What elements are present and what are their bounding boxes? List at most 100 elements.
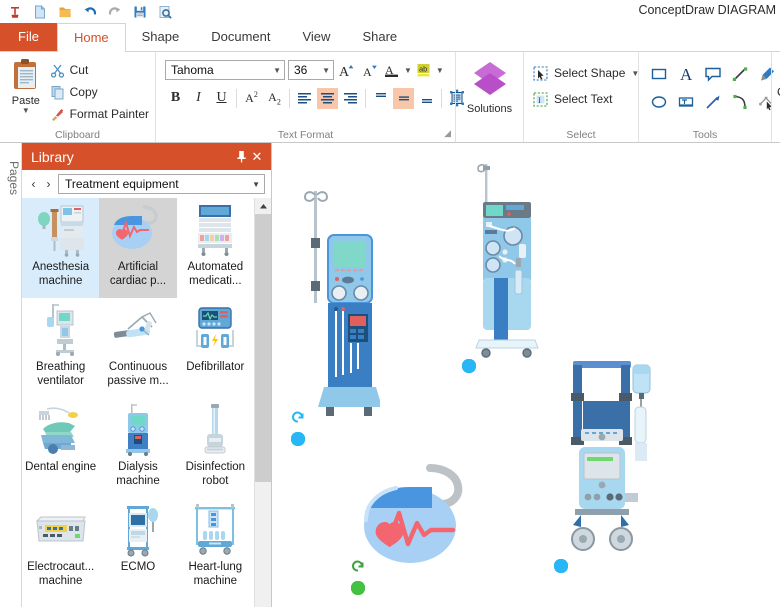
- library-item-anesthesia-machine[interactable]: Anesthesia machine: [22, 198, 100, 298]
- paste-dropdown-caret[interactable]: ▼: [22, 107, 30, 115]
- tab-file[interactable]: File: [0, 23, 57, 51]
- text-box-tool[interactable]: [674, 90, 698, 114]
- chevron-down-icon: ▼: [322, 65, 330, 75]
- format-painter-button[interactable]: Format Painter: [50, 104, 149, 124]
- selection-box: [469, 366, 471, 368]
- grow-font-button[interactable]: A: [337, 60, 357, 81]
- align-bottom-button[interactable]: [416, 88, 437, 109]
- line-tool[interactable]: [728, 62, 752, 86]
- clipboard-actions: Cut Copy Format Painter: [46, 56, 149, 124]
- cut-button[interactable]: Cut: [50, 60, 149, 80]
- font-color-button[interactable]: A: [383, 60, 401, 81]
- library-item-label: Automated medicati...: [187, 261, 244, 287]
- redo-icon[interactable]: [104, 1, 126, 23]
- font-size-value: 36: [294, 63, 308, 77]
- align-middle-button[interactable]: [393, 87, 414, 109]
- format-painter-label: Format Painter: [69, 107, 149, 121]
- library-item-label: Electrocaut... machine: [27, 561, 95, 587]
- artificial-cardiac-pacemaker-shape[interactable]: [351, 460, 486, 595]
- automated-medication-dispenser-icon: [184, 202, 246, 258]
- tab-view[interactable]: View: [286, 23, 346, 51]
- library-item-label: Artificial cardiac p...: [109, 261, 167, 287]
- hemodialysis-machine-shape[interactable]: [462, 160, 544, 373]
- library-item-label: ECMO: [120, 561, 156, 573]
- close-icon[interactable]: ✕: [249, 148, 265, 166]
- align-center-button[interactable]: [317, 87, 338, 109]
- electrocautery-machine-icon: [30, 502, 92, 558]
- new-from-template-icon[interactable]: [4, 1, 26, 23]
- library-item-ecmo[interactable]: ECMO: [99, 498, 176, 598]
- library-set-combo[interactable]: Treatment equipment ▼: [58, 174, 265, 194]
- tools-row-2: [647, 90, 779, 114]
- chevron-down-icon: ▼: [273, 65, 281, 75]
- paste-button[interactable]: Paste ▼: [6, 56, 46, 115]
- save-icon[interactable]: [129, 1, 151, 23]
- shrink-font-button[interactable]: A: [360, 60, 380, 81]
- library-item-defibrillator[interactable]: Defibrillator: [177, 298, 254, 398]
- align-left-button[interactable]: [294, 88, 315, 109]
- open-folder-icon[interactable]: [54, 1, 76, 23]
- highlight-color-caret[interactable]: ▼: [436, 66, 444, 75]
- library-scrollbar[interactable]: [254, 198, 271, 607]
- library-item-dental-engine[interactable]: Dental engine: [22, 398, 99, 498]
- scroll-up-button[interactable]: [255, 198, 271, 214]
- ecmo-icon: [107, 502, 169, 558]
- ventilator-cart-shape[interactable]: [554, 351, 661, 573]
- dialysis-machine-icon: [107, 402, 169, 458]
- tab-document[interactable]: Document: [195, 23, 286, 51]
- library-next-button[interactable]: ›: [43, 177, 54, 191]
- highlight-color-button[interactable]: ab: [415, 60, 433, 81]
- tab-shape[interactable]: Shape: [126, 23, 196, 51]
- callout-tool[interactable]: [701, 62, 725, 86]
- font-color-caret[interactable]: ▼: [404, 66, 412, 75]
- ribbon-tab-strip: File Home Shape Document View Share: [0, 23, 780, 52]
- solutions-button[interactable]: Solutions: [462, 56, 517, 115]
- library-prev-button[interactable]: ‹: [28, 177, 39, 191]
- svg-text:I: I: [538, 95, 541, 105]
- font-name-combo[interactable]: Tahoma ▼: [165, 60, 285, 80]
- text-tool[interactable]: A: [674, 62, 698, 86]
- pin-icon[interactable]: [233, 148, 249, 166]
- title-bar: ConceptDraw DIAGRAM: [0, 0, 780, 24]
- disinfection-robot-icon: [184, 402, 246, 458]
- arrow-tool[interactable]: [701, 90, 725, 114]
- undo-icon[interactable]: [79, 1, 101, 23]
- diagram-canvas[interactable]: [273, 143, 780, 607]
- library-item-automated-medication[interactable]: Automated medicati...: [177, 198, 254, 298]
- new-document-icon[interactable]: [29, 1, 51, 23]
- arc-tool[interactable]: [728, 90, 752, 114]
- pages-tab[interactable]: Pages: [0, 143, 22, 607]
- tools-row-1: A: [647, 62, 779, 86]
- tab-share[interactable]: Share: [346, 23, 413, 51]
- library-item-dialysis-machine[interactable]: Dialysis machine: [99, 398, 176, 498]
- ellipse-tool[interactable]: [647, 90, 671, 114]
- scrollbar-thumb[interactable]: [255, 214, 271, 482]
- select-group-label: Select: [566, 129, 596, 141]
- text-format-dialog-launcher[interactable]: ◢: [444, 126, 451, 140]
- subscript-button[interactable]: A2: [264, 88, 285, 109]
- preview-icon[interactable]: [154, 1, 176, 23]
- dental-engine-icon: [30, 402, 92, 458]
- superscript-button[interactable]: A2: [241, 88, 262, 109]
- select-shape-button[interactable]: Select Shape ▼: [533, 62, 639, 84]
- library-item-continuous-passive-motion[interactable]: Continuous passive m...: [99, 298, 176, 398]
- align-right-button[interactable]: [340, 88, 361, 109]
- font-name-value: Tahoma: [171, 63, 214, 77]
- rectangle-tool[interactable]: [647, 62, 671, 86]
- library-item-electrocautery-machine[interactable]: Electrocaut... machine: [22, 498, 99, 598]
- copy-button[interactable]: Copy: [50, 82, 149, 102]
- library-item-breathing-ventilator[interactable]: Breathing ventilator: [22, 298, 99, 398]
- select-text-button[interactable]: I Select Text: [533, 88, 639, 110]
- library-item-heart-lung-machine[interactable]: Heart-lung machine: [177, 498, 254, 598]
- format-buttons-row: B I U A2 A2: [165, 86, 467, 110]
- dialysis-machine-shape[interactable]: [291, 183, 382, 446]
- italic-button[interactable]: I: [188, 88, 209, 109]
- bold-button[interactable]: B: [165, 88, 186, 109]
- underline-button[interactable]: U: [211, 88, 232, 109]
- tab-home[interactable]: Home: [56, 23, 126, 52]
- solutions-group-label: [456, 128, 523, 142]
- align-top-button[interactable]: [370, 88, 391, 109]
- library-item-disinfection-robot[interactable]: Disinfection robot: [177, 398, 254, 498]
- font-size-combo[interactable]: 36 ▼: [288, 60, 334, 80]
- library-item-artificial-cardiac-pacemaker[interactable]: Artificial cardiac p...: [99, 198, 177, 298]
